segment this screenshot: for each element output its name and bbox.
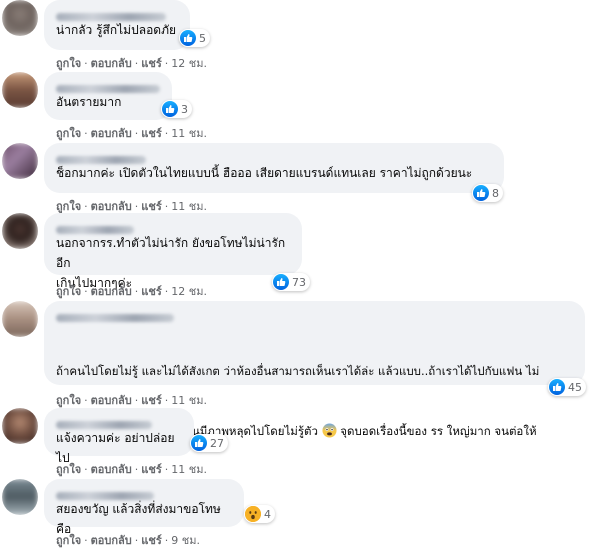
- like-link[interactable]: ถูกใจ: [56, 57, 81, 70]
- comment-actions: ถูกใจ · ตอบกลับ · แชร์ · 12 ชม.: [56, 285, 207, 298]
- comment-bubble: ถ้าคนไปโดยไม่รู้ และไม่ได้สังเกต ว่าห้อง…: [44, 301, 585, 501]
- like-link[interactable]: ถูกใจ: [56, 200, 81, 213]
- timestamp[interactable]: 11 ชม.: [171, 127, 207, 140]
- comment-actions: ถูกใจ · ตอบกลับ · แชร์ · 11 ชม.: [56, 127, 207, 140]
- reply-link[interactable]: ตอบกลับ: [91, 127, 132, 140]
- like-icon: [549, 379, 565, 395]
- reaction-summary[interactable]: 27: [190, 434, 228, 452]
- author-name-redacted[interactable]: [56, 78, 160, 93]
- timestamp[interactable]: 9 ชม.: [171, 534, 200, 547]
- author-name-redacted[interactable]: [56, 307, 573, 322]
- reaction-summary[interactable]: 8: [472, 184, 503, 202]
- comment-bubble: นอกจากรร.ทำตัวไม่น่ารัก ยังขอโทษไม่น่ารั…: [44, 213, 302, 290]
- avatar[interactable]: [2, 213, 38, 249]
- comment-bubble: อันตรายมาก: [44, 72, 172, 120]
- like-link[interactable]: ถูกใจ: [56, 127, 81, 140]
- comment-bubble: สยองขวัญ แล้วสิ่งที่ส่งมาขอโทษคือ: [44, 479, 244, 536]
- like-icon: [473, 185, 489, 201]
- fearful-face-emoji: [322, 423, 337, 444]
- wow-icon: [245, 506, 261, 522]
- like-link[interactable]: ถูกใจ: [56, 285, 81, 298]
- author-name-redacted[interactable]: [56, 219, 290, 234]
- reply-link[interactable]: ตอบกลับ: [91, 200, 132, 213]
- reply-link[interactable]: ตอบกลับ: [91, 285, 132, 298]
- reaction-count: 73: [292, 275, 306, 289]
- share-link[interactable]: แชร์: [141, 127, 161, 140]
- comment-bubble: ช็อกมากค่ะ เปิดตัวในไทยแบบนี้ ฮือออ เสีย…: [44, 143, 504, 193]
- reaction-count: 3: [181, 102, 188, 116]
- comment-text-line: ถ้าคนไปโดยไม่รู้ และไม่ได้สังเกต ว่าห้อง…: [56, 364, 540, 378]
- reaction-summary[interactable]: 3: [161, 100, 192, 118]
- timestamp[interactable]: 11 ชม.: [171, 200, 207, 213]
- avatar[interactable]: [2, 408, 38, 444]
- author-name-redacted[interactable]: [56, 6, 178, 21]
- comment-bubble: น่ากลัว รู้สึกไม่ปลอดภัย: [44, 0, 190, 50]
- author-name-redacted[interactable]: [56, 149, 492, 164]
- like-link[interactable]: ถูกใจ: [56, 394, 81, 407]
- like-icon: [162, 101, 178, 117]
- timestamp[interactable]: 12 ชม.: [171, 285, 207, 298]
- like-icon: [191, 435, 207, 451]
- author-name-redacted[interactable]: [56, 485, 232, 500]
- timestamp[interactable]: 11 ชม.: [171, 463, 207, 476]
- share-link[interactable]: แชร์: [141, 463, 161, 476]
- share-link[interactable]: แชร์: [141, 394, 161, 407]
- reaction-count: 45: [568, 380, 582, 394]
- comment-actions: ถูกใจ · ตอบกลับ · แชร์ · 11 ชม.: [56, 394, 207, 407]
- avatar[interactable]: [2, 301, 38, 337]
- avatar[interactable]: [2, 0, 38, 36]
- reply-link[interactable]: ตอบกลับ: [91, 534, 132, 547]
- reply-link[interactable]: ตอบกลับ: [91, 57, 132, 70]
- reply-link[interactable]: ตอบกลับ: [91, 463, 132, 476]
- reaction-summary[interactable]: 45: [548, 378, 586, 396]
- avatar[interactable]: [2, 72, 38, 108]
- comment-text: น่ากลัว รู้สึกไม่ปลอดภัย: [56, 23, 177, 37]
- reaction-count: 4: [264, 507, 271, 521]
- reply-link[interactable]: ตอบกลับ: [91, 394, 132, 407]
- comment-bubble: แจ้งความค่ะ อย่าปล่อยไป: [44, 408, 194, 465]
- comment-actions: ถูกใจ · ตอบกลับ · แชร์ · 9 ชม.: [56, 534, 200, 547]
- share-link[interactable]: แชร์: [141, 285, 161, 298]
- like-link[interactable]: ถูกใจ: [56, 463, 81, 476]
- reaction-count: 27: [210, 436, 224, 450]
- reaction-summary[interactable]: 5: [179, 29, 210, 47]
- comment-actions: ถูกใจ · ตอบกลับ · แชร์ · 12 ชม.: [56, 57, 207, 70]
- author-name-redacted[interactable]: [56, 414, 182, 429]
- reaction-summary[interactable]: 4: [244, 505, 275, 523]
- comment-text: อันตรายมาก: [56, 95, 122, 109]
- share-link[interactable]: แชร์: [141, 200, 161, 213]
- avatar[interactable]: [2, 143, 38, 179]
- reaction-count: 8: [492, 186, 499, 200]
- comment-text: ช็อกมากค่ะ เปิดตัวในไทยแบบนี้ ฮือออ เสีย…: [56, 166, 473, 180]
- share-link[interactable]: แชร์: [141, 534, 161, 547]
- timestamp[interactable]: 11 ชม.: [171, 394, 207, 407]
- timestamp[interactable]: 12 ชม.: [171, 57, 207, 70]
- comment-actions: ถูกใจ · ตอบกลับ · แชร์ · 11 ชม.: [56, 463, 207, 476]
- reaction-summary[interactable]: 73: [272, 273, 310, 291]
- like-icon: [273, 274, 289, 290]
- like-icon: [180, 30, 196, 46]
- share-link[interactable]: แชร์: [141, 57, 161, 70]
- reaction-count: 5: [199, 31, 206, 45]
- comment-text-fragment: จุดบอดเรื่องนี้ของ รร ใหญ่มาก จนต่อให้: [336, 424, 537, 438]
- like-link[interactable]: ถูกใจ: [56, 534, 81, 547]
- avatar[interactable]: [2, 479, 38, 515]
